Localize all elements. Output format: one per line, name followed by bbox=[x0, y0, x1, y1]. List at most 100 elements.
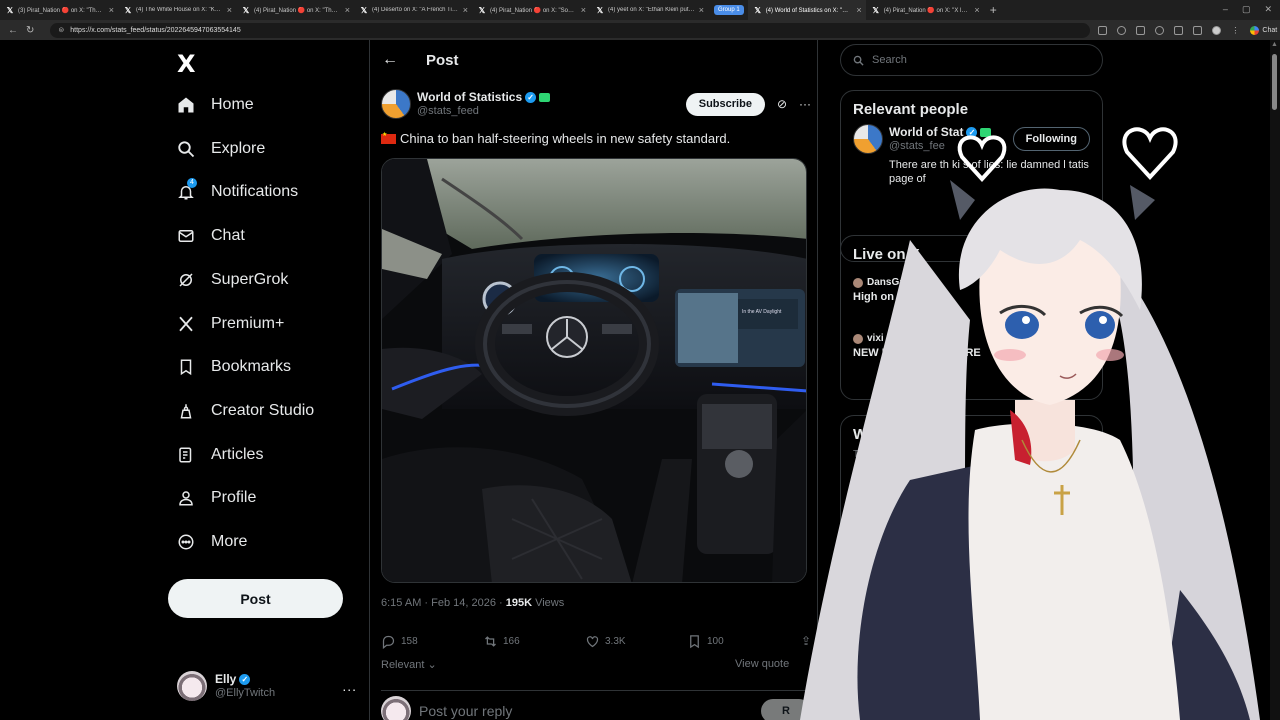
back-arrow-icon[interactable]: ← bbox=[382, 51, 398, 69]
bookmark-star-icon[interactable] bbox=[1136, 25, 1146, 35]
sidebar-item-more[interactable]: More bbox=[177, 527, 247, 557]
trend-item[interactable]: # bbox=[841, 460, 1102, 478]
sort-replies-dropdown[interactable]: Relevant ⌄ bbox=[381, 658, 437, 671]
post-author: World of Statistics ✓ @stats_feed Subscri… bbox=[381, 88, 811, 120]
extension-icon[interactable] bbox=[1098, 25, 1108, 35]
car-interior-image: In the AV Daylight bbox=[382, 159, 806, 582]
close-icon[interactable]: × bbox=[227, 5, 232, 15]
more-dots-icon[interactable]: ··· bbox=[799, 97, 811, 111]
reload-icon[interactable]: ↻ bbox=[26, 25, 34, 36]
avatar bbox=[853, 124, 883, 154]
close-icon[interactable]: × bbox=[581, 5, 586, 15]
browser-tab[interactable]: 𝕏 (4) Pirat_Nation 🔴 on X: "The Lo × bbox=[236, 0, 354, 20]
tab-group-label[interactable]: Group 1 bbox=[714, 5, 744, 15]
post-text: China to ban half-steering wheels in new… bbox=[381, 131, 730, 146]
browser-tab-active[interactable]: 𝕏 (4) World of Statistics on X: "🇨🇳 Ch × bbox=[747, 0, 866, 20]
views-count: 195K bbox=[505, 597, 533, 609]
like-button[interactable]: 3.3K bbox=[585, 634, 687, 649]
close-icon[interactable]: × bbox=[699, 5, 704, 15]
reply-input[interactable]: Post your reply bbox=[419, 703, 512, 719]
sidebar-item-home[interactable]: Home bbox=[177, 90, 254, 120]
x-favicon-icon: 𝕏 bbox=[360, 5, 368, 15]
new-tab-icon[interactable]: + bbox=[990, 3, 997, 17]
close-icon[interactable]: × bbox=[974, 5, 979, 15]
sidebar-item-chat[interactable]: Chat bbox=[177, 221, 245, 251]
relevant-person[interactable]: World of Stat ✓ @stats_fee Following bbox=[841, 124, 1102, 154]
share-icon[interactable]: ⇪ bbox=[801, 634, 811, 648]
verified-badge-icon: ✓ bbox=[239, 673, 251, 685]
grok-explain-icon[interactable]: ⊘ bbox=[777, 97, 787, 111]
x-favicon-icon: 𝕏 bbox=[6, 5, 14, 15]
avatar bbox=[381, 695, 411, 720]
page-title: Post bbox=[426, 51, 459, 69]
reply-submit-button[interactable]: R bbox=[761, 698, 811, 720]
bookmark-icon bbox=[690, 634, 699, 648]
sidebar-item-articles[interactable]: Articles bbox=[177, 440, 263, 470]
browser-tab[interactable]: 𝕏 (4) Pirat_Nation 🔴 on X: "Sony h × bbox=[472, 0, 590, 20]
browser-tab[interactable]: 𝕏 (3) Pirat_Nation 🔴 on X: "The Eu × bbox=[0, 0, 118, 20]
browser-tab[interactable]: 𝕏 (4) yeet on X: "Ethan Klein put up × bbox=[590, 0, 708, 20]
account-switcher[interactable]: Elly ✓ @EllyTwitch ... bbox=[177, 668, 357, 704]
x-favicon-icon: 𝕏 bbox=[124, 5, 132, 15]
extension-icon[interactable] bbox=[1155, 25, 1165, 35]
bookmark-button[interactable]: 100 bbox=[687, 634, 789, 649]
scroll-up-icon[interactable]: ▲ bbox=[1271, 41, 1278, 48]
x-premium-icon bbox=[177, 315, 195, 333]
gemini-chat-button[interactable]: Chat bbox=[1250, 25, 1277, 35]
back-icon[interactable]: ← bbox=[8, 25, 18, 36]
sidebar-item-profile[interactable]: Profile bbox=[177, 483, 256, 513]
close-icon[interactable]: × bbox=[345, 5, 350, 15]
sidebar-item-supergrok[interactable]: SuperGrok bbox=[177, 265, 288, 295]
post-button[interactable]: Post bbox=[168, 579, 343, 618]
puzzle-icon[interactable] bbox=[1174, 25, 1184, 35]
close-icon[interactable]: × bbox=[856, 5, 861, 15]
post-image[interactable]: In the AV Daylight bbox=[381, 158, 807, 583]
live-item[interactable]: DansGam High on Li bbox=[841, 269, 1102, 311]
subscribe-button[interactable]: Subscribe bbox=[685, 92, 765, 116]
browser-tab[interactable]: 𝕏 (4) Pirat_Nation 🔴 on X: "X laun × bbox=[866, 0, 984, 20]
page-scrollbar[interactable]: ▲ bbox=[1270, 40, 1280, 720]
reply-button[interactable]: 158 bbox=[381, 634, 483, 649]
live-on-x-panel: Live on X DansGam High on Li vixi NEW MO… bbox=[840, 235, 1103, 400]
x-favicon-icon: 𝕏 bbox=[872, 5, 879, 15]
home-icon bbox=[177, 96, 195, 114]
sidebar-item-explore[interactable]: Explore bbox=[177, 134, 265, 164]
author-handle[interactable]: @stats_feed bbox=[417, 104, 550, 118]
extension-icon[interactable] bbox=[1193, 25, 1203, 35]
affiliate-badge-icon bbox=[539, 92, 551, 102]
sidebar-item-creator-studio[interactable]: Creator Studio bbox=[177, 396, 314, 426]
close-window-icon[interactable]: ✕ bbox=[1264, 4, 1272, 15]
author-avatar[interactable] bbox=[381, 89, 411, 119]
profile-avatar-icon[interactable] bbox=[1212, 25, 1222, 35]
browser-tab-bar: 𝕏 (3) Pirat_Nation 🔴 on X: "The Eu × 𝕏 (4) … bbox=[0, 0, 1280, 20]
close-icon[interactable]: × bbox=[109, 5, 114, 15]
search-input[interactable]: Search bbox=[840, 44, 1103, 76]
repost-button[interactable]: 166 bbox=[483, 634, 585, 649]
x-logo[interactable]: X bbox=[177, 50, 196, 78]
zoom-icon[interactable] bbox=[1117, 25, 1127, 35]
following-button[interactable]: Following bbox=[1012, 127, 1090, 151]
avatar bbox=[177, 671, 207, 701]
browser-tab[interactable]: 𝕏 (4) Deserto on X: "A French TikTo × bbox=[354, 0, 472, 20]
author-name[interactable]: World of Statistics bbox=[417, 90, 522, 104]
avatar bbox=[853, 333, 863, 344]
site-info-icon[interactable]: ⊜ bbox=[58, 26, 64, 34]
panel-title: Live on X bbox=[853, 246, 920, 263]
live-item[interactable]: vixi NEW MO PPY SI AWARE bbox=[841, 325, 1102, 367]
sidebar-item-premium[interactable]: Premium+ bbox=[177, 309, 284, 339]
scrollbar-thumb[interactable] bbox=[1272, 54, 1277, 110]
address-bar[interactable]: ⊜ https://x.com/stats_feed/status/202264… bbox=[50, 22, 1091, 38]
browser-tab[interactable]: 𝕏 (4) The White House on X: "Keep × bbox=[118, 0, 236, 20]
account-handle: @EllyTwitch bbox=[215, 687, 276, 699]
close-icon[interactable]: × bbox=[463, 5, 468, 15]
sidebar-item-bookmarks[interactable]: Bookmarks bbox=[177, 352, 291, 382]
minimize-icon[interactable]: – bbox=[1223, 4, 1228, 15]
view-quotes-link[interactable]: View quote bbox=[735, 658, 789, 670]
sidebar-item-notifications[interactable]: 4 Notifications bbox=[177, 177, 298, 207]
like-icon bbox=[586, 635, 599, 647]
person-bio: There are th ki s of lies: lie damned l … bbox=[889, 159, 1089, 185]
menu-dots-icon[interactable]: ⋮ bbox=[1231, 26, 1240, 35]
maximize-icon[interactable]: ▢ bbox=[1242, 4, 1251, 15]
bell-icon: 4 bbox=[177, 178, 197, 201]
more-dots-icon[interactable]: ... bbox=[342, 678, 357, 694]
